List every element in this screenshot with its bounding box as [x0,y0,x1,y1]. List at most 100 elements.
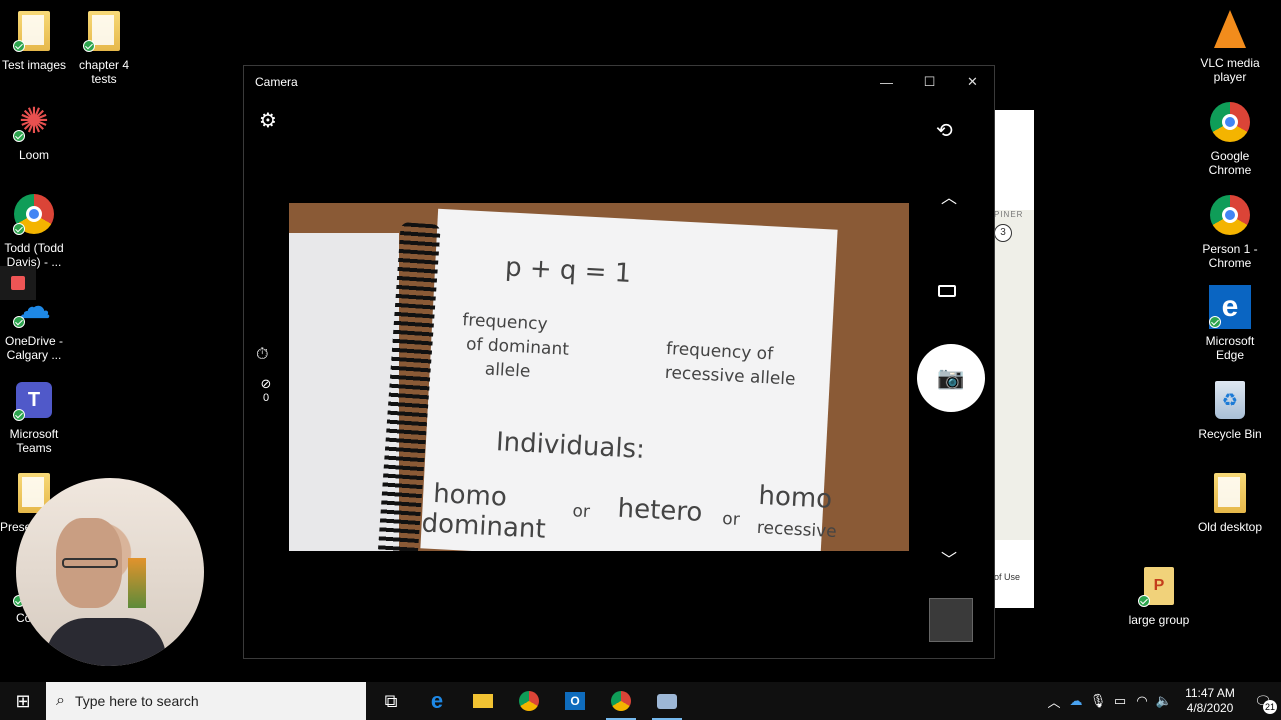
desktop-icon-loom[interactable]: ✺ Loom [0,100,72,162]
taskbar-edge[interactable]: e [414,682,460,720]
switch-camera-button[interactable]: ⟲ [936,118,953,143]
recording-indicator[interactable] [0,266,36,300]
sync-status-icon [13,40,25,52]
desktop-icon-old-desktop[interactable]: Old desktop [1192,472,1268,534]
terms-link[interactable]: of Use [994,572,1020,582]
desktop-icon-test-images[interactable]: Test images [0,10,72,72]
map-marker[interactable]: 3 [994,224,1012,242]
onedrive-tray-button[interactable]: ☁ [1065,693,1087,709]
sync-status-icon [13,130,25,142]
wifi-icon: ◠ [1136,693,1148,708]
microphone-button[interactable]: 🎙 [1087,693,1109,709]
taskbar-chrome-2[interactable] [598,682,644,720]
chrome-icon [1210,195,1250,235]
note-word-4: hetero [616,493,704,528]
sync-status-icon [13,409,25,421]
map-label: PINER [994,210,1024,219]
desktop-icon-large-group[interactable]: P large group [1121,565,1197,627]
glasses [62,558,118,568]
note-dominant-1: frequency [461,310,549,335]
take-photo-button[interactable]: 📷 [917,344,985,412]
camera-icon [657,693,677,709]
close-button[interactable]: ✕ [951,66,994,98]
chrome-icon [519,691,539,711]
counter-value: 0 [262,392,270,404]
onedrive-icon: ☁ [1069,693,1083,708]
desktop-icon-todd-chrome[interactable]: Todd (Todd Davis) - ... [0,193,72,269]
camera-roll-thumbnail[interactable] [929,598,973,642]
chevron-down-button[interactable]: ﹀ [941,546,957,570]
action-center-button[interactable]: 🗨 21 [1245,682,1281,720]
settings-button[interactable]: ⚙ [256,108,280,132]
taskbar-chrome[interactable] [506,682,552,720]
note-word-2: dominant [420,508,547,545]
camera-viewfinder: p + q = 1 frequency of dominant allele f… [289,203,909,551]
window-title: Camera [255,75,298,89]
video-mode-button[interactable] [938,284,956,302]
outlook-icon: O [565,692,585,710]
sync-status-icon [13,316,25,328]
volume-button[interactable]: 🔈 [1153,693,1175,709]
start-button[interactable]: ⊞ [0,682,46,720]
desktop-icon-edge[interactable]: e Microsoft Edge [1192,285,1268,362]
search-box[interactable]: ⌕ Type here to search [46,682,366,720]
folder-icon [473,694,493,708]
presenter-shirt [46,618,166,666]
chevron-up-icon: ︿ [941,190,958,207]
sync-status-icon [13,223,25,235]
search-placeholder: Type here to search [74,693,199,709]
gear-icon: ⚙ [259,110,277,132]
speaker-icon: 🔈 [1155,693,1173,708]
notification-badge: 21 [1263,700,1277,714]
no-entry-icon: ⊘ [260,376,272,391]
network-button[interactable]: ◠ [1131,693,1153,709]
note-word-5: or [721,509,741,530]
search-icon: ⌕ [56,692,65,709]
note-heading: Individuals: [495,427,646,465]
switch-camera-icon: ⟲ [936,120,953,142]
note-word-1: homo [432,478,508,513]
chevron-down-icon: ﹀ [941,552,958,569]
video-camera-icon [938,285,956,297]
chevron-up-button[interactable]: ︿ [941,184,957,208]
note-dominant-2: of dominant [465,334,570,360]
battery-icon: ▭ [1113,693,1127,708]
recycle-bin-icon: ♻ [1215,381,1245,419]
desktop-icon-chapter-4-tests[interactable]: chapter 4 tests [66,10,142,86]
clock-time: 11:47 AM [1185,686,1235,700]
minimize-button[interactable]: — [865,66,908,98]
sync-status-icon [1138,595,1150,607]
stop-icon [11,276,25,290]
camera-window[interactable]: Camera — ☐ ✕ ⚙ p + q = 1 frequency of do… [243,65,995,659]
edge-icon: e [430,688,444,713]
taskbar-outlook[interactable]: O [552,682,598,720]
taskbar-file-explorer[interactable] [460,682,506,720]
note-dominant-3: allele [484,359,531,382]
map-area[interactable] [994,210,1034,540]
task-view-button[interactable]: ⧉ [368,682,414,720]
clock-date: 4/8/2020 [1186,701,1234,715]
maximize-icon: ☐ [923,74,936,89]
counter-button[interactable]: ⊘ 0 [256,376,276,404]
webcam-overlay [16,478,204,666]
note-word-6: homo [757,480,833,515]
vlc-icon [1214,10,1246,48]
maximize-button[interactable]: ☐ [908,66,951,98]
taskbar-camera[interactable] [644,682,690,720]
note-word-7: recessive [756,517,838,543]
photo-timer-button[interactable]: ⏱ [256,346,268,364]
desktop-icon-recycle-bin[interactable]: ♻ Recycle Bin [1192,379,1268,441]
close-icon: ✕ [967,74,978,89]
desktop-icon-vlc[interactable]: VLC media player [1192,8,1268,84]
microphone-icon: 🎙 [1089,693,1107,708]
desktop-icon-google-chrome[interactable]: Google Chrome [1192,101,1268,177]
show-hidden-icons-button[interactable]: ︿ [1043,692,1065,711]
desktop-icon-teams[interactable]: T Microsoft Teams [0,379,72,455]
notebook-page: p + q = 1 frequency of dominant allele f… [420,208,838,551]
battery-button[interactable]: ▭ [1109,693,1131,709]
camera-icon: 📷 [937,365,965,390]
desktop-icon-person1-chrome[interactable]: Person 1 - Chrome [1192,194,1268,270]
clock[interactable]: 11:47 AM 4/8/2020 [1175,686,1245,716]
note-equation: p + q = 1 [504,252,632,289]
background-browser-window[interactable]: PINER 3 of Use [994,110,1034,608]
